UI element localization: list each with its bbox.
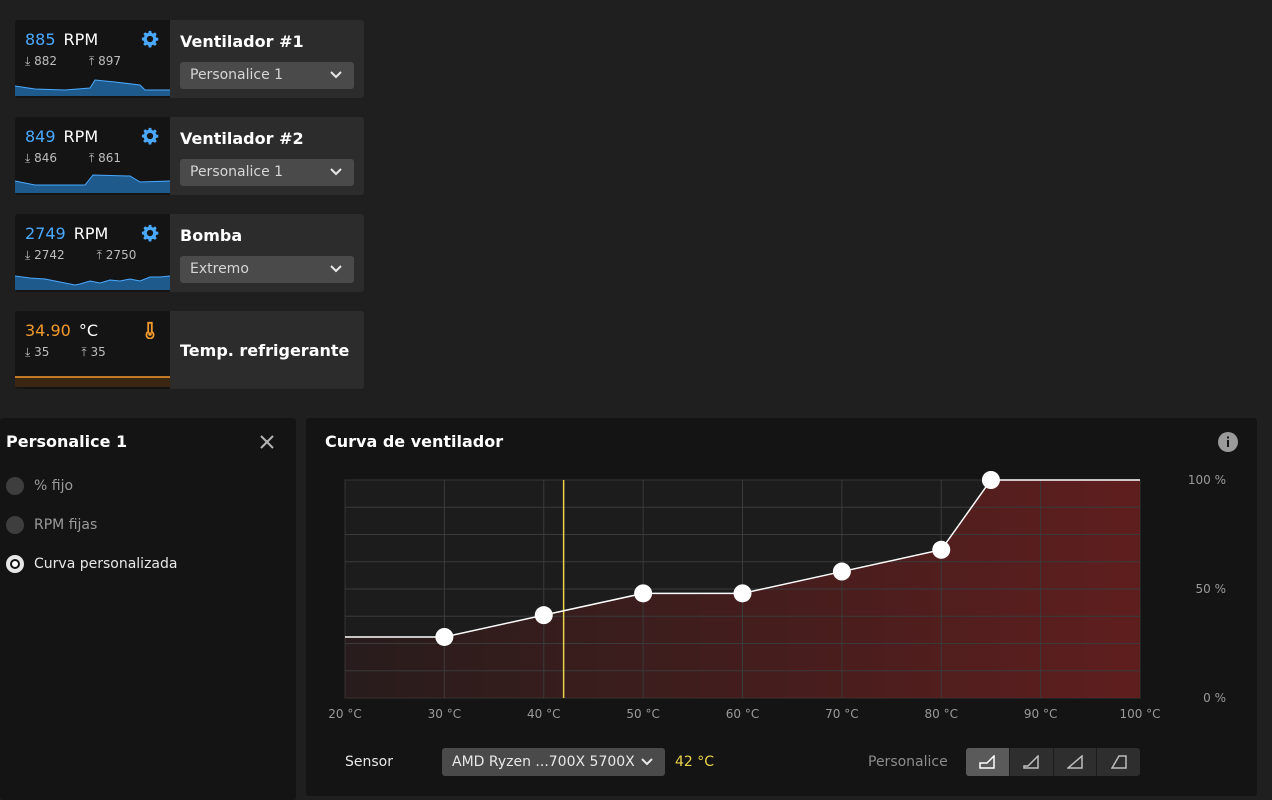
y-tick-label: 50 % — [1196, 582, 1227, 596]
fan2-mode-dropdown[interactable]: Personalice 1 — [180, 159, 354, 186]
curve-control-point[interactable] — [832, 562, 851, 581]
x-tick-label: 100 °C — [1119, 707, 1160, 721]
radio-fixed-percent[interactable]: % fijo — [6, 477, 73, 495]
pump-mode-dropdown[interactable]: Extremo — [180, 256, 354, 283]
curve-shape-2-icon — [1023, 755, 1039, 769]
pump-rpm: 2749 RPM — [25, 224, 109, 243]
curve-shape-1-icon — [979, 755, 996, 769]
fan1-sparkline — [15, 79, 170, 96]
fan2-mini-panel: 849 RPM ⤓ 846 ⤒ 861 — [15, 117, 170, 195]
fan1-card[interactable]: 885 RPM ⤓ 882 ⤒ 897 Ventilador #1 Personal… — [15, 20, 364, 98]
radio-fixed-rpm[interactable]: RPM fijas — [6, 516, 97, 534]
fan1-rpm: 885 RPM — [25, 30, 99, 49]
curve-control-point[interactable] — [634, 584, 653, 603]
pump-gear-icon[interactable] — [141, 224, 159, 242]
curve-title: Curva de ventilador — [325, 432, 504, 451]
thermometer-icon[interactable] — [141, 321, 159, 339]
radio-custom-curve[interactable]: Curva personalizada — [6, 555, 177, 573]
pump-mini-panel: 2749 RPM ⤓ 2742 ⤒ 2750 — [15, 214, 170, 292]
fan1-minmax: ⤓ 882 ⤒ 897 — [25, 54, 122, 68]
coolant-temp-card[interactable]: 34.90 °C ⤓ 35 ⤒ 35 Temp. refrigerante — [15, 311, 364, 389]
pump-name: Bomba — [180, 226, 243, 245]
x-tick-label: 60 °C — [726, 707, 759, 721]
x-tick-label: 70 °C — [825, 707, 858, 721]
curve-control-point[interactable] — [733, 584, 752, 603]
pump-card[interactable]: 2749 RPM ⤓ 2742 ⤒ 2750 Bomba Extremo — [15, 214, 364, 292]
x-tick-label: 50 °C — [626, 707, 659, 721]
fan1-name: Ventilador #1 — [180, 32, 304, 51]
sensor-dropdown[interactable]: AMD Ryzen ...700X 5700X — [442, 748, 665, 776]
info-icon[interactable] — [1218, 432, 1238, 452]
close-icon[interactable] — [259, 434, 275, 450]
x-tick-label: 20 °C — [328, 707, 361, 721]
coolant-name: Temp. refrigerante — [180, 341, 350, 360]
curve-control-point[interactable] — [932, 540, 951, 559]
preset-curve-4-button[interactable] — [1097, 748, 1140, 776]
x-tick-label: 90 °C — [1024, 707, 1057, 721]
chevron-down-icon — [330, 265, 342, 273]
fan1-mini-panel: 885 RPM ⤓ 882 ⤒ 897 — [15, 20, 170, 98]
pump-minmax: ⤓ 2742 ⤒ 2750 — [25, 248, 137, 262]
sensor-temperature: 42 °C — [675, 754, 715, 770]
fan2-name: Ventilador #2 — [180, 129, 304, 148]
x-tick-label: 40 °C — [527, 707, 560, 721]
preset-curve-3-button[interactable] — [1054, 748, 1098, 776]
x-tick-label: 80 °C — [925, 707, 958, 721]
coolant-temp-value: 34.90 °C — [25, 321, 98, 340]
fan2-sparkline — [15, 174, 170, 193]
x-tick-label: 30 °C — [428, 707, 461, 721]
preset-curve-2-button[interactable] — [1010, 748, 1054, 776]
gear-icon[interactable] — [141, 127, 159, 145]
fan1-mode-dropdown[interactable]: Personalice 1 — [180, 62, 354, 89]
chevron-down-icon — [330, 168, 342, 176]
fan-curve-chart[interactable]: 20 °C 30 °C 40 °C 50 °C 60 °C 70 °C 80 °C 90 °C… — [306, 418, 1257, 748]
coolant-minmax: ⤓ 35 ⤒ 35 — [25, 345, 106, 359]
pump-sparkline — [15, 275, 170, 290]
fan2-rpm: 849 RPM — [25, 127, 99, 146]
fan2-card[interactable]: 849 RPM ⤓ 846 ⤒ 861 Ventilador #2 Personal… — [15, 117, 364, 195]
curve-shape-3-icon — [1066, 755, 1083, 769]
gear-icon[interactable] — [141, 30, 159, 48]
curve-control-point[interactable] — [534, 606, 553, 625]
coolant-sparkline — [15, 376, 170, 387]
preset-curve-1-button[interactable] — [966, 748, 1010, 776]
curve-control-point[interactable] — [435, 627, 454, 646]
curve-control-point[interactable] — [981, 471, 1000, 489]
fan2-minmax: ⤓ 846 ⤒ 861 — [25, 151, 122, 165]
sensor-label: Sensor — [345, 754, 393, 770]
fan-curve-panel: 20 °C 30 °C 40 °C 50 °C 60 °C 70 °C 80 °C 90 °C… — [306, 418, 1257, 796]
profile-panel: Personalice 1 % fijo RPM fijas Curva per… — [0, 418, 296, 800]
y-tick-label: 0 % — [1203, 691, 1226, 705]
coolant-mini-panel: 34.90 °C ⤓ 35 ⤒ 35 — [15, 311, 170, 389]
chevron-down-icon — [641, 758, 653, 766]
profile-title: Personalice 1 — [6, 432, 128, 451]
preset-label: Personalice — [868, 754, 948, 770]
curve-preset-selector[interactable] — [966, 748, 1140, 776]
y-tick-label: 100 % — [1188, 473, 1226, 487]
curve-shape-4-icon — [1110, 755, 1127, 769]
chevron-down-icon — [330, 71, 342, 79]
